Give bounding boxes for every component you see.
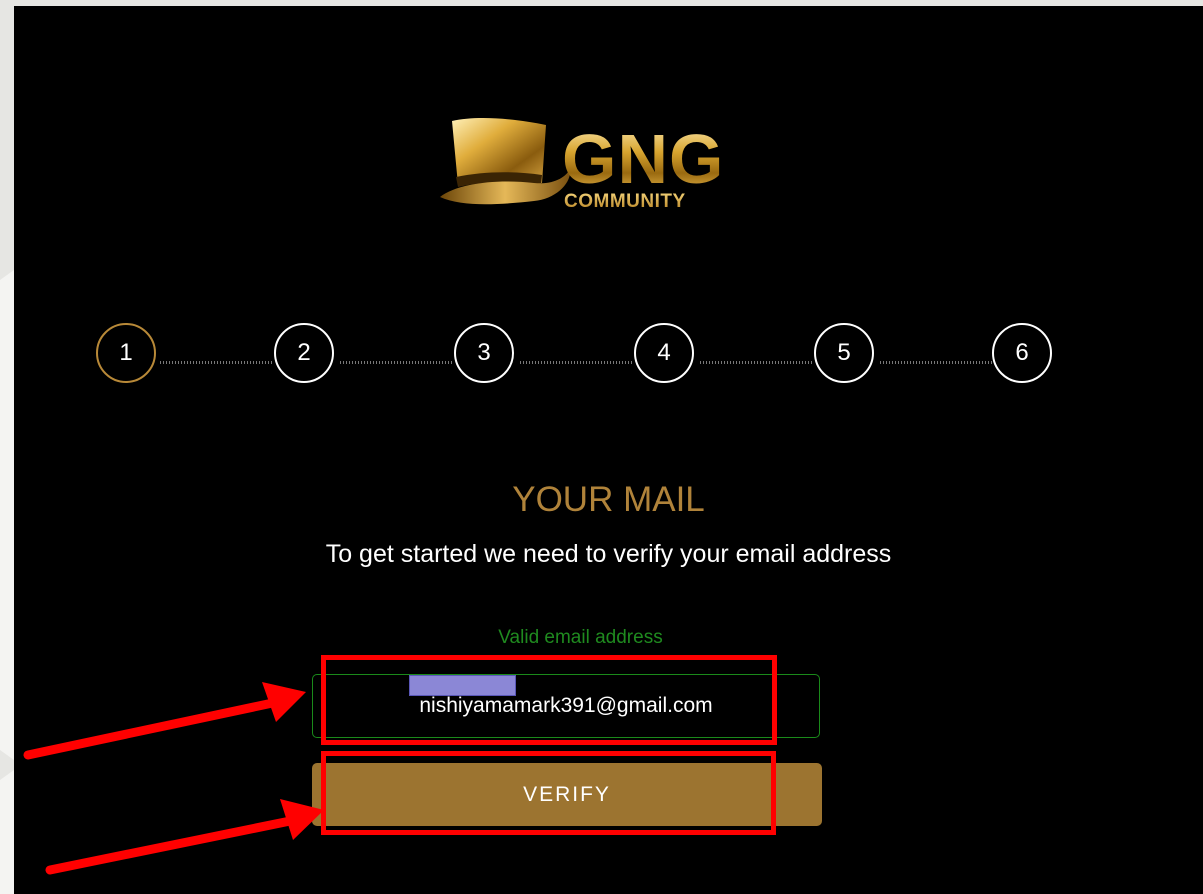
step-1: 1 xyxy=(96,323,156,383)
step-6: 6 xyxy=(992,323,1052,383)
page-title: YOUR MAIL xyxy=(512,480,705,519)
step-connector xyxy=(160,361,272,364)
step-connector xyxy=(880,361,992,364)
email-validation-message: Valid email address xyxy=(498,627,663,648)
verify-highlight-box xyxy=(321,751,776,835)
step-3-label: 3 xyxy=(477,339,491,366)
brand-subtitle: COMMUNITY xyxy=(564,192,724,212)
step-2-label: 2 xyxy=(297,339,311,366)
brand-name: GNG xyxy=(562,120,725,198)
step-2: 2 xyxy=(274,323,334,383)
step-3: 3 xyxy=(454,323,514,383)
step-4: 4 xyxy=(634,323,694,383)
step-connector xyxy=(340,361,452,364)
email-highlight-box xyxy=(321,655,777,745)
app-screen: GNG COMMUNITY 1 2 3 4 5 6 YOUR MAIL To g… xyxy=(14,6,1203,894)
step-5-label: 5 xyxy=(837,339,851,366)
step-4-label: 4 xyxy=(657,339,671,366)
step-1-label: 1 xyxy=(119,339,133,366)
progress-stepper: 1 2 3 4 5 6 xyxy=(96,323,1066,387)
step-5: 5 xyxy=(814,323,874,383)
step-connector xyxy=(700,361,812,364)
step-6-label: 6 xyxy=(1015,339,1029,366)
page-subtitle: To get started we need to verify your em… xyxy=(325,540,892,568)
step-connector xyxy=(520,361,632,364)
